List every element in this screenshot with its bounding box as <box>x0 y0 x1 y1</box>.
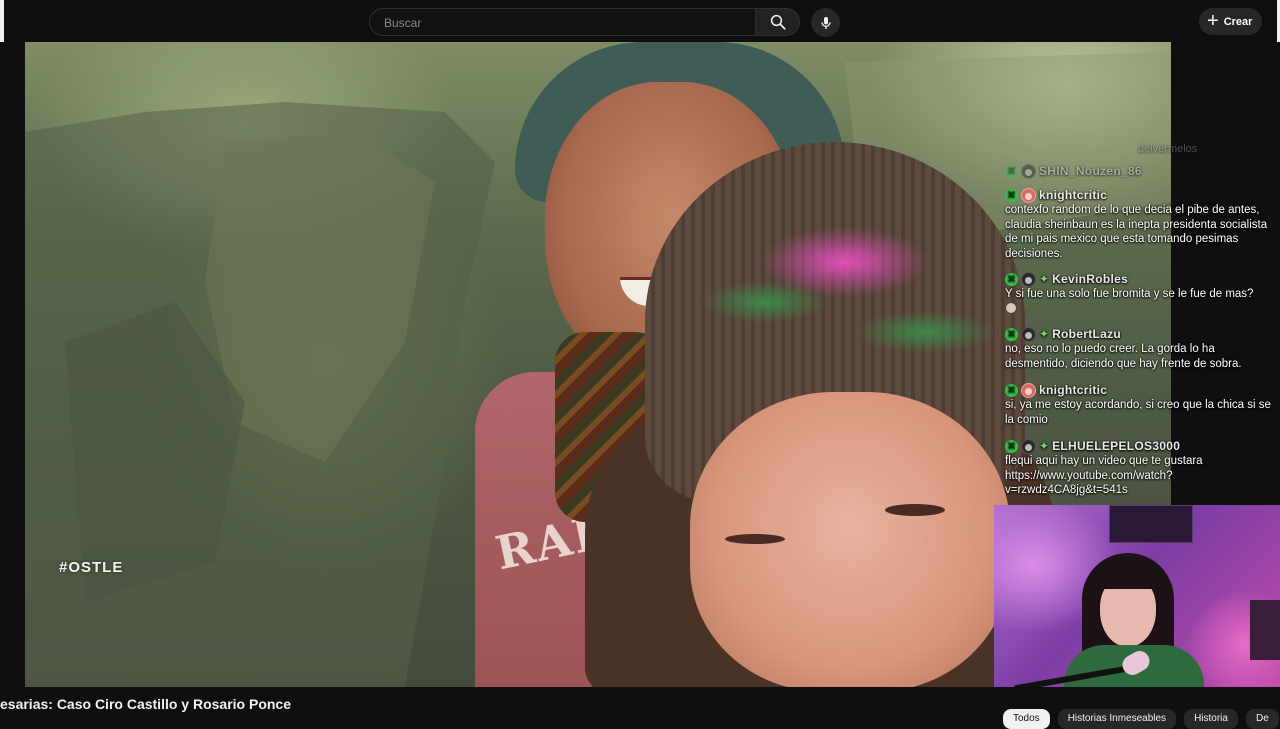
search-button[interactable] <box>755 8 800 36</box>
chip-todos[interactable]: Todos <box>1003 709 1050 729</box>
avatar <box>1021 382 1036 398</box>
chip-historias-inmeseables[interactable]: Historias Inmeseables <box>1057 709 1177 729</box>
chat-message-body: Y si fue una solo fue bromita y se le fu… <box>1005 288 1254 300</box>
moderator-badge-icon: ✕ <box>1005 439 1018 453</box>
chat-username: RobertLazu <box>1052 326 1122 341</box>
chat-username: KevinRobles <box>1052 271 1129 286</box>
moderator-badge-icon: ✕ <box>1005 188 1018 202</box>
chat-message-text: contexfo random de lo que decia el pibe … <box>1005 204 1268 260</box>
chat-message: ✕ knightcritic contexfo random de lo que… <box>1005 187 1277 261</box>
video-hashtag-overlay: #OSTLE <box>59 559 124 576</box>
background-shelf <box>1250 600 1280 660</box>
live-chat-overlay: delvermelos ✕ SHIN_Nouzen_86 ✕ knightcri… <box>1000 136 1280 504</box>
avatar <box>1021 326 1036 342</box>
avatar <box>1021 271 1036 287</box>
chat-faded-fragment: delvermelos <box>1138 143 1198 155</box>
chip-historia[interactable]: Historia <box>1184 709 1238 729</box>
chat-message: ✕ ✦ RobertLazu no, eso no lo puedo creer… <box>1005 326 1277 371</box>
chat-message-text: si, ya me estoy acordando, si creo que l… <box>1005 399 1271 426</box>
chat-message-text: flequi aqui hay un video que te gustara … <box>1005 455 1203 496</box>
microphone-icon <box>820 16 831 29</box>
search-input[interactable] <box>382 13 746 33</box>
chat-message: ✕ ✦ KevinRobles Y si fue una solo fue br… <box>1005 271 1277 318</box>
window-edge-left <box>0 0 4 42</box>
chat-message: ✕ knightcritic si, ya me estoy acordando… <box>1005 382 1277 427</box>
chat-message-text: Y si fue una solo fue bromita y se le fu… <box>1005 287 1277 318</box>
emoji-icon <box>1005 301 1017 314</box>
streamer-bangs <box>1096 561 1160 589</box>
woman-eye-left <box>725 534 785 544</box>
chip-more[interactable]: De <box>1245 709 1279 729</box>
voice-search-button[interactable] <box>811 8 840 37</box>
search-box[interactable] <box>369 8 755 36</box>
top-bar: + Crear <box>0 0 1280 42</box>
background-monitor <box>1109 505 1193 543</box>
avatar <box>1021 187 1036 203</box>
create-label: Crear <box>1223 15 1253 28</box>
chat-username: knightcritic <box>1039 382 1108 397</box>
chat-message-text: no, eso no lo puedo creer. La gorda lo h… <box>1005 343 1242 370</box>
chat-username: SHIN_Nouzen_86 <box>1039 163 1142 178</box>
moderator-badge-icon: ✕ <box>1005 327 1018 341</box>
woman-eye-right <box>885 504 945 516</box>
avatar <box>1021 163 1036 179</box>
member-badge-icon: ✦ <box>1039 326 1050 341</box>
create-button[interactable]: + Crear <box>1199 8 1262 35</box>
related-chips: Todos Historias Inmeseables Historia De <box>1003 709 1279 729</box>
member-badge-icon: ✦ <box>1039 438 1050 453</box>
chat-message: ✕ ✦ ELHUELEPELOS3000 flequi aqui hay un … <box>1005 438 1277 498</box>
streamer-webcam <box>994 505 1280 687</box>
video-title: esarias: Caso Ciro Castillo y Rosario Po… <box>0 696 291 712</box>
chat-username: ELHUELEPELOS3000 <box>1052 438 1181 453</box>
moderator-badge-icon: ✕ <box>1005 383 1018 397</box>
search-icon <box>770 14 786 30</box>
chat-username: knightcritic <box>1039 187 1108 202</box>
plus-icon: + <box>1207 9 1219 32</box>
member-badge-icon: ✦ <box>1039 271 1050 286</box>
avatar <box>1021 438 1036 454</box>
moderator-badge-icon: ✕ <box>1005 272 1018 286</box>
moderator-badge-icon: ✕ <box>1005 164 1018 178</box>
bottom-bar: esarias: Caso Ciro Castillo y Rosario Po… <box>0 687 1280 729</box>
chat-message: ✕ SHIN_Nouzen_86 <box>1005 163 1277 179</box>
